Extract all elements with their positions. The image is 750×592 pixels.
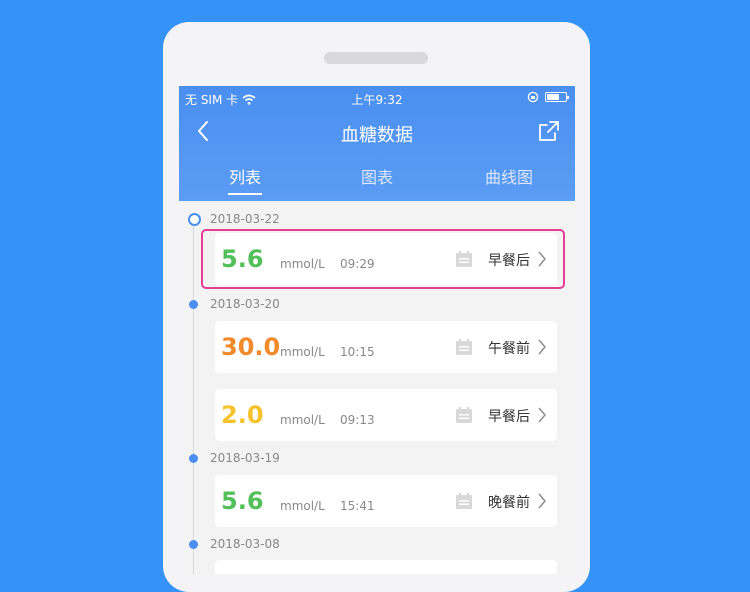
glucose-unit: mmol/L (280, 345, 325, 359)
battery-icon (545, 92, 569, 102)
tab-bar: 列表 图表 曲线图 (179, 158, 575, 198)
meal-label: 早餐后 (488, 409, 530, 425)
group-date: 2018-03-19 (210, 451, 280, 465)
glucose-value: 5.6 (221, 487, 264, 515)
chevron-right-icon (538, 339, 546, 355)
record-card[interactable]: 5.6 mmol/L 15:41 晚餐前 (215, 475, 557, 527)
chevron-right-icon (538, 407, 546, 423)
record-card[interactable]: 30.0 mmol/L 10:15 午餐前 (215, 321, 557, 373)
app-screen: 无 SIM 卡 上午9:32 血糖数据 列表 图表 曲线图 2018-03-22… (179, 86, 575, 574)
calendar-icon (456, 407, 472, 423)
status-time: 上午9:32 (351, 93, 403, 107)
meal-label: 早餐后 (488, 253, 530, 269)
calendar-icon (456, 251, 472, 267)
record-time: 10:15 (340, 345, 375, 359)
tab-curve[interactable]: 曲线图 (443, 158, 575, 198)
timeline-dot (189, 300, 198, 309)
tab-chart[interactable]: 图表 (311, 158, 443, 198)
share-icon[interactable] (537, 119, 561, 143)
record-time: 15:41 (340, 499, 375, 513)
glucose-unit: mmol/L (280, 413, 325, 427)
phone-speaker (324, 52, 428, 64)
calendar-icon (456, 493, 472, 509)
chevron-right-icon (538, 251, 546, 267)
glucose-value: 30.0 (221, 333, 281, 361)
chevron-right-icon (538, 493, 546, 509)
timeline-dot (189, 540, 198, 549)
timeline-dot (188, 213, 201, 226)
nav-bar: 血糖数据 (179, 110, 575, 154)
glucose-value: 5.6 (221, 245, 264, 273)
record-card[interactable]: 2.0 mmol/L 09:13 早餐后 (215, 389, 557, 441)
header: 无 SIM 卡 上午9:32 血糖数据 列表 图表 曲线图 (179, 86, 575, 201)
timeline-line (193, 218, 194, 574)
page-title: 血糖数据 (341, 125, 413, 146)
group-date: 2018-03-08 (210, 537, 280, 551)
record-time: 09:13 (340, 413, 375, 427)
meal-label: 午餐前 (488, 341, 530, 357)
calendar-icon (456, 339, 472, 355)
rotation-lock-icon (527, 91, 539, 103)
record-card[interactable]: 5.6 mmol/L 09:29 早餐后 (215, 233, 557, 285)
status-right (527, 91, 569, 103)
record-card-partial[interactable] (215, 560, 557, 574)
group-date: 2018-03-20 (210, 297, 280, 311)
glucose-unit: mmol/L (280, 499, 325, 513)
glucose-unit: mmol/L (280, 257, 325, 271)
record-time: 09:29 (340, 257, 375, 271)
glucose-value: 2.0 (221, 401, 264, 429)
tab-list[interactable]: 列表 (179, 158, 311, 198)
meal-label: 晚餐前 (488, 495, 530, 511)
timeline-dot (189, 454, 198, 463)
group-date: 2018-03-22 (210, 212, 280, 226)
status-bar: 无 SIM 卡 上午9:32 (179, 86, 575, 110)
